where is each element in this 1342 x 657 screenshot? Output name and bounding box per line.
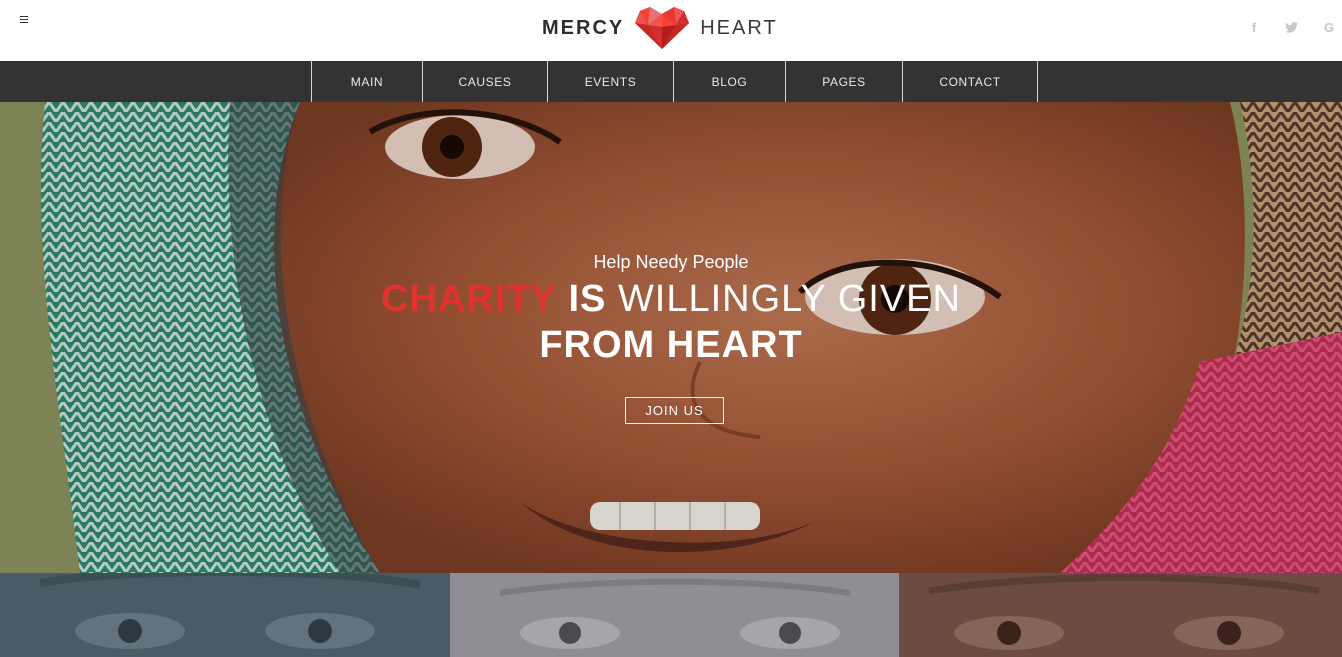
hamburger-icon[interactable]: [18, 13, 32, 27]
headline-word-is: IS: [568, 278, 607, 320]
logo-word-mercy: MERCY: [542, 16, 625, 39]
join-us-button[interactable]: JOIN US: [625, 397, 724, 424]
nav-item-contact[interactable]: CONTACT: [902, 61, 1038, 102]
hero-subtitle: Help Needy People: [593, 252, 749, 272]
panel-photo-2: [499, 578, 851, 649]
hero-banner: Help Needy People CHARITY IS WILLINGLY G…: [0, 102, 1342, 573]
headline-word-charity: CHARITY: [381, 278, 557, 320]
nav-item-main[interactable]: MAIN: [311, 61, 422, 102]
nav-item-causes[interactable]: CAUSES: [422, 61, 547, 102]
feature-panel-3[interactable]: [899, 573, 1342, 657]
site-header: MERCY HEART f G: [0, 0, 1342, 61]
nav-item-pages[interactable]: PAGES: [785, 61, 902, 102]
facebook-icon[interactable]: f: [1245, 18, 1263, 36]
panel-photo-3: [928, 574, 1320, 650]
nav-item-events[interactable]: EVENTS: [547, 61, 673, 102]
hero-headline: CHARITY IS WILLINGLY GIVEN: [0, 278, 1342, 321]
hero-headline-line2: FROM HEART: [539, 324, 803, 366]
panel-photo-1: [39, 573, 421, 649]
feature-panels: [0, 573, 1342, 657]
google-plus-icon[interactable]: G: [1320, 18, 1338, 36]
logo-word-heart: HEART: [700, 16, 778, 39]
heart-logo-icon: [635, 7, 690, 49]
twitter-icon[interactable]: [1282, 18, 1300, 36]
feature-panel-2[interactable]: [450, 573, 899, 657]
nav-menu: MAIN CAUSES EVENTS BLOG PAGES CONTACT: [311, 61, 1038, 102]
nav-item-blog[interactable]: BLOG: [673, 61, 785, 102]
main-navigation: MAIN CAUSES EVENTS BLOG PAGES CONTACT: [0, 61, 1342, 102]
site-logo[interactable]: MERCY HEART: [542, 5, 778, 51]
headline-words-willingly-given: WILLINGLY GIVEN: [617, 278, 961, 320]
feature-panel-1[interactable]: [0, 573, 450, 657]
